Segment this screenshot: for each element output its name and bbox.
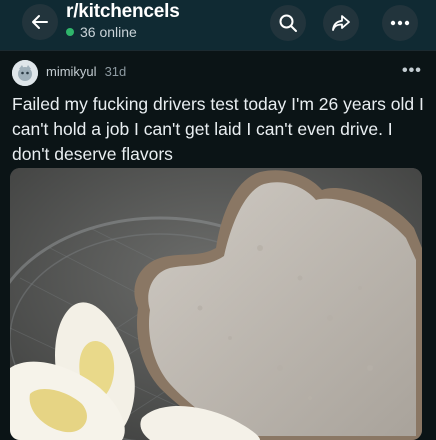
post-more-button[interactable]: ••• (402, 62, 422, 80)
back-arrow-icon (32, 15, 48, 29)
app-header: r/kitchencels 36 online (0, 0, 436, 50)
post-meta: mimikyul 31d (46, 64, 126, 79)
user-avatar-icon (12, 60, 38, 86)
subreddit-name[interactable]: r/kitchencels (66, 1, 180, 23)
avatar[interactable] (12, 60, 38, 86)
online-indicator-icon (66, 28, 74, 36)
more-options-button[interactable] (382, 5, 418, 41)
post-author[interactable]: mimikyul (46, 64, 97, 79)
header-divider (0, 50, 436, 51)
post-age: 31d (104, 64, 127, 79)
share-button[interactable] (323, 5, 359, 41)
post-image[interactable] (10, 168, 422, 440)
photo-icon (10, 168, 422, 440)
more-horizontal-icon (390, 20, 410, 26)
search-button[interactable] (270, 5, 306, 41)
share-icon (332, 15, 350, 31)
back-button[interactable] (22, 4, 58, 40)
search-icon (279, 14, 297, 32)
online-label: 36 online (80, 24, 137, 40)
online-count: 36 online (66, 24, 137, 40)
post-title[interactable]: Failed my fucking drivers test today I'm… (12, 92, 430, 167)
